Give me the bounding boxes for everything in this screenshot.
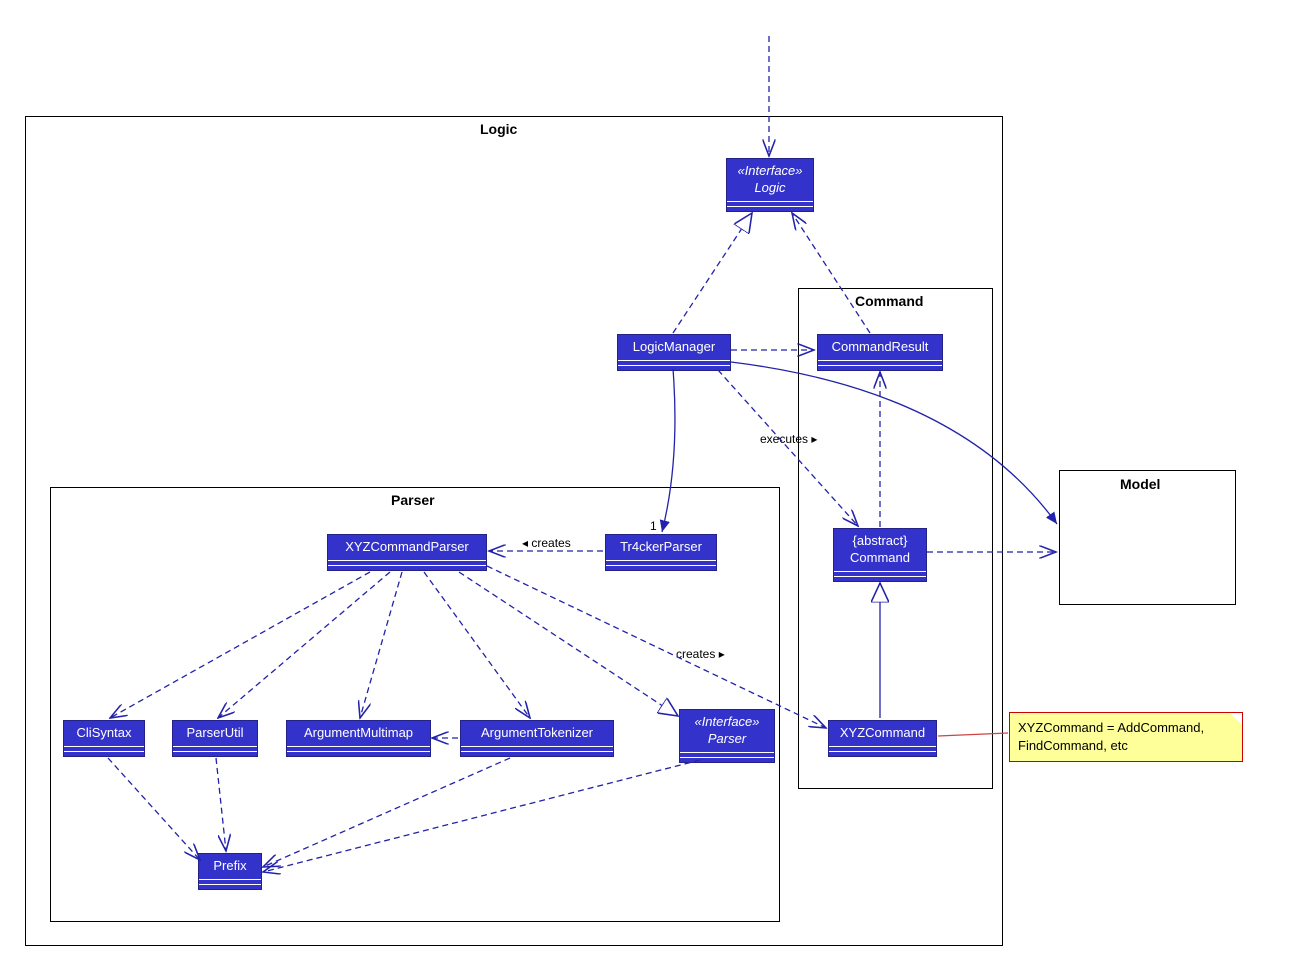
class-name: XYZCommandParser: [345, 539, 469, 554]
class-argument-tokenizer: ArgumentTokenizer: [460, 720, 614, 757]
class-name: XYZCommand: [840, 725, 925, 740]
note-text: XYZCommand = AddCommand, FindCommand, et…: [1018, 720, 1204, 753]
class-name: ArgumentTokenizer: [481, 725, 593, 740]
class-parser-interface: «Interface» Parser: [679, 709, 775, 763]
class-name: Tr4ckerParser: [620, 539, 702, 554]
class-name: ParserUtil: [186, 725, 243, 740]
package-command-label: Command: [855, 293, 923, 309]
class-command-result: CommandResult: [817, 334, 943, 371]
class-argument-multimap: ArgumentMultimap: [286, 720, 431, 757]
class-logic-manager: LogicManager: [617, 334, 731, 371]
class-cli-syntax: CliSyntax: [63, 720, 145, 757]
class-name: Command: [850, 550, 910, 565]
class-prefix: Prefix: [198, 853, 262, 890]
class-abstract-command: {abstract} Command: [833, 528, 927, 582]
label-creates-1: ◂ creates: [522, 536, 571, 550]
stereotype-label: «Interface»: [694, 714, 759, 729]
label-creates-2: creates ▸: [676, 647, 725, 661]
label-one: 1: [650, 519, 657, 533]
class-name: LogicManager: [633, 339, 715, 354]
class-tr4cker-parser: Tr4ckerParser: [605, 534, 717, 571]
stereotype-label: «Interface»: [737, 163, 802, 178]
stereotype-label: {abstract}: [853, 533, 908, 548]
class-xyz-command-parser: XYZCommandParser: [327, 534, 487, 571]
class-logic-interface: «Interface» Logic: [726, 158, 814, 212]
package-logic-label: Logic: [480, 121, 517, 137]
class-name: CliSyntax: [77, 725, 132, 740]
class-name: Prefix: [213, 858, 246, 873]
diagram-canvas: Logic Parser Command Model «Interface» L…: [0, 0, 1299, 958]
class-name: CommandResult: [832, 339, 929, 354]
class-name: Parser: [708, 731, 746, 746]
class-parser-util: ParserUtil: [172, 720, 258, 757]
package-model-label: Model: [1120, 476, 1160, 492]
class-name: Logic: [754, 180, 785, 195]
label-executes: executes ▸: [760, 432, 817, 446]
class-name: ArgumentMultimap: [304, 725, 413, 740]
package-parser-label: Parser: [391, 492, 435, 508]
class-xyz-command: XYZCommand: [828, 720, 937, 757]
note-xyz-command: XYZCommand = AddCommand, FindCommand, et…: [1009, 712, 1243, 762]
